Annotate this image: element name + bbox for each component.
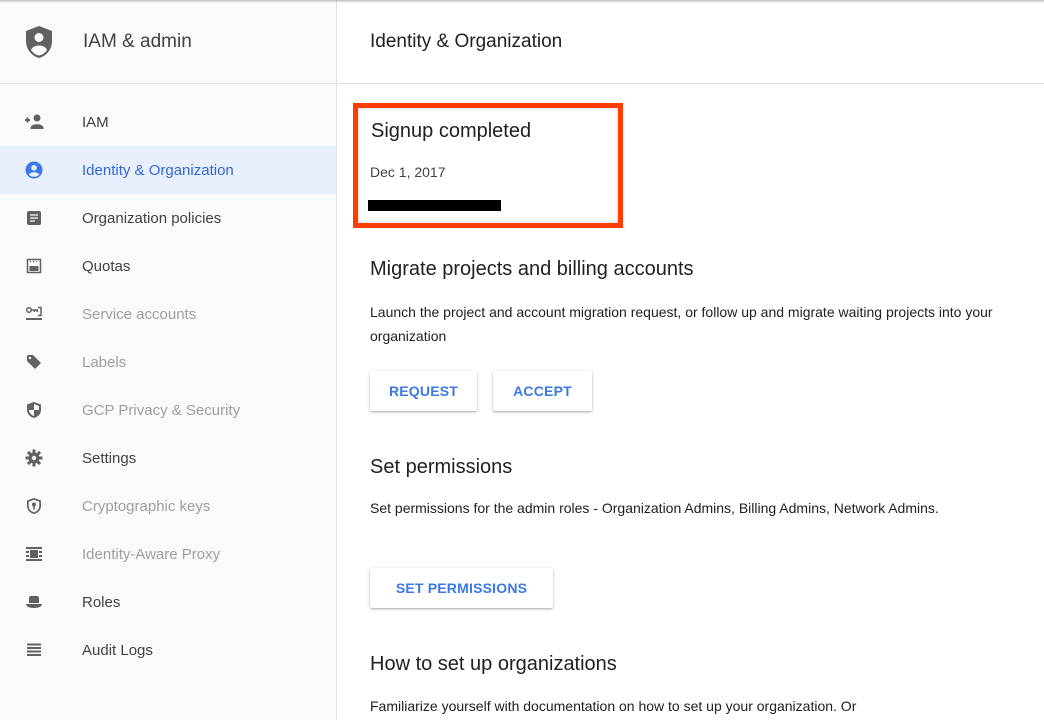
sidebar-item-cryptographic-keys[interactable]: Cryptographic keys xyxy=(0,482,336,530)
sidebar-item-gcp-privacy-security[interactable]: GCP Privacy & Security xyxy=(0,386,336,434)
sidebar-item-identity-aware-proxy[interactable]: Identity-Aware Proxy xyxy=(0,530,336,578)
sidebar-item-iam[interactable]: IAM xyxy=(0,98,336,146)
signup-title: Signup completed xyxy=(371,120,532,142)
sidebar-item-label: Identity & Organization xyxy=(82,161,234,179)
section-title-permissions: Set permissions xyxy=(370,456,513,478)
list-lines-icon xyxy=(24,640,44,660)
section-desc-migrate: Launch the project and account migration… xyxy=(370,304,993,344)
sidebar-item-settings[interactable]: Settings xyxy=(0,434,336,482)
sidebar-item-audit-logs[interactable]: Audit Logs xyxy=(0,626,336,674)
sidebar-item-labels[interactable]: Labels xyxy=(0,338,336,386)
main-header: Identity & Organization xyxy=(338,0,1044,84)
sidebar-item-label: IAM xyxy=(82,113,109,131)
sidebar-item-quotas[interactable]: Quotas xyxy=(0,242,336,290)
sidebar-item-identity-organization[interactable]: Identity & Organization xyxy=(0,146,336,194)
sidebar-item-label: Labels xyxy=(82,353,127,371)
top-shadow xyxy=(0,0,1044,3)
page-title: Identity & Organization xyxy=(370,30,563,52)
quota-icon xyxy=(24,256,44,276)
sidebar-item-service-accounts[interactable]: Service accounts xyxy=(0,290,336,338)
sidebar-item-label: Audit Logs xyxy=(82,641,153,659)
gear-icon xyxy=(24,448,44,468)
proxy-icon xyxy=(24,544,44,564)
sidebar-item-label: Quotas xyxy=(82,257,131,275)
sidebar: IAM & admin IAM Identity & Organization … xyxy=(0,0,337,720)
sidebar-nav: IAM Identity & Organization Organization… xyxy=(0,84,336,674)
request-button[interactable]: REQUEST xyxy=(370,371,477,411)
signup-date: Dec 1, 2017 xyxy=(370,164,446,180)
service-account-key-icon xyxy=(24,304,44,324)
policy-document-icon xyxy=(24,208,44,228)
label-tag-icon xyxy=(24,352,44,372)
sidebar-item-roles[interactable]: Roles xyxy=(0,578,336,626)
sidebar-item-label: Settings xyxy=(82,449,137,467)
redacted-text xyxy=(368,200,501,211)
security-shield-icon xyxy=(24,400,44,420)
product-title: IAM & admin xyxy=(83,30,192,52)
sidebar-item-label: Service accounts xyxy=(82,305,197,323)
sidebar-item-organization-policies[interactable]: Organization policies xyxy=(0,194,336,242)
sidebar-item-label: Roles xyxy=(82,593,121,611)
shield-person-icon xyxy=(22,25,56,59)
sidebar-item-label: Cryptographic keys xyxy=(82,497,211,515)
sidebar-item-label: Identity-Aware Proxy xyxy=(82,545,221,563)
person-add-icon xyxy=(24,112,44,132)
section-desc-permissions: Set permissions for the admin roles - Or… xyxy=(370,500,939,516)
set-permissions-button[interactable]: SET PERMISSIONS xyxy=(370,568,553,608)
main-content: Identity & Organization Signup completed… xyxy=(338,0,1044,720)
sidebar-header: IAM & admin xyxy=(0,0,336,84)
account-circle-icon xyxy=(24,160,44,180)
section-title-how-to: How to set up organizations xyxy=(370,653,617,675)
sidebar-item-label: Organization policies xyxy=(82,209,222,227)
key-shield-icon xyxy=(24,496,44,516)
roles-hat-icon xyxy=(24,592,44,612)
section-title-migrate: Migrate projects and billing accounts xyxy=(370,258,694,280)
sidebar-item-label: GCP Privacy & Security xyxy=(82,401,241,419)
section-desc-how-to: Familiarize yourself with documentation … xyxy=(370,698,857,714)
accept-button[interactable]: ACCEPT xyxy=(493,371,592,411)
